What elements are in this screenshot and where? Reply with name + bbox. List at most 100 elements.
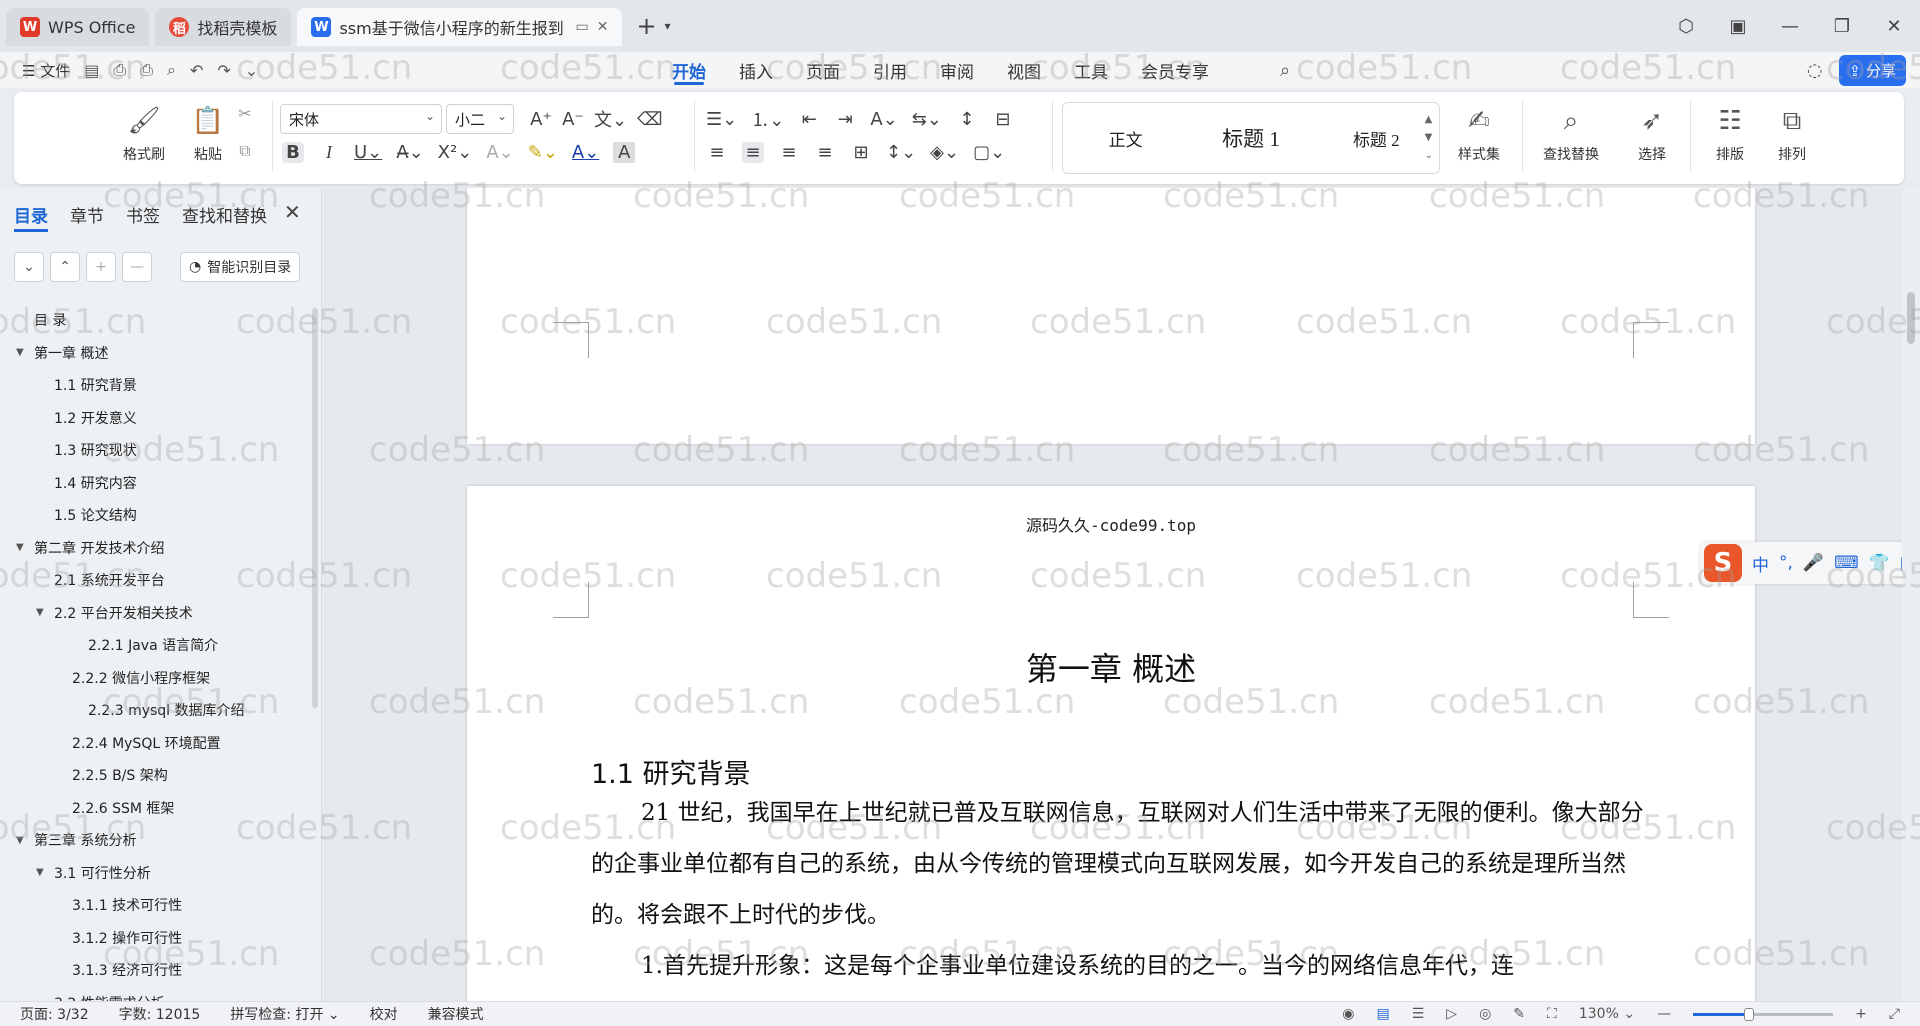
chat-icon[interactable]: ◌ (1807, 60, 1823, 81)
style-heading-1[interactable]: 标题 1 (1188, 123, 1313, 153)
web-view-icon[interactable]: ◎ (1479, 1006, 1491, 1022)
style-heading-2[interactable]: 标题 2 (1314, 126, 1439, 151)
tab-tools[interactable]: 工具 (1074, 52, 1108, 88)
bold-icon[interactable]: B (282, 142, 304, 163)
play-icon[interactable]: ▷ (1446, 1006, 1457, 1022)
strikethrough-icon[interactable]: A̶⌄ (396, 142, 423, 163)
minimize-icon[interactable]: — (1764, 16, 1816, 37)
restore-icon[interactable]: ❐ (1816, 16, 1868, 37)
shading-icon[interactable]: ◈⌄ (930, 142, 959, 163)
underline-icon[interactable]: U⌄ (354, 142, 382, 163)
italic-icon[interactable]: I (318, 142, 340, 163)
export-icon[interactable]: ⎙ (113, 60, 126, 80)
align-center-icon[interactable]: ≡ (742, 142, 764, 163)
shrink-font-icon[interactable]: A⁻ (562, 109, 584, 130)
toc-item[interactable]: 2.1 系统开发平台 (0, 564, 312, 597)
toc-item[interactable]: 1.3 研究现状 (0, 434, 312, 467)
chevron-down-icon[interactable]: ▼ (36, 867, 50, 878)
monitor-icon[interactable]: ▭ (575, 19, 588, 35)
close-icon[interactable]: ✕ (284, 200, 301, 224)
toc-item[interactable]: 1.5 论文结构 (0, 499, 312, 532)
find-replace-button[interactable]: ⌕ 查找替换 (1534, 104, 1608, 164)
toc-item[interactable]: ▼ 3.1 可行性分析 (0, 857, 312, 890)
avatar[interactable]: ▣ (1712, 16, 1764, 37)
new-tab-icon[interactable]: + (636, 12, 656, 40)
toc-item[interactable]: 2.2.3 mysql 数据库介绍 (0, 694, 312, 727)
toc-item[interactable]: 3.1.3 经济可行性 (0, 954, 312, 987)
sogou-logo-icon[interactable]: S (1704, 544, 1742, 582)
toc-item[interactable]: 3.1.1 技术可行性 (0, 889, 312, 922)
scrollbar-thumb[interactable] (1907, 292, 1915, 344)
keyboard-icon[interactable]: ⌨ (1834, 553, 1859, 573)
phonetic-icon[interactable]: 文⌄ (594, 106, 627, 132)
toc-item[interactable]: ▼ 第三章 系统分析 (0, 824, 312, 857)
toc-item[interactable]: ▼ 2.2 平台开发相关技术 (0, 597, 312, 630)
style-set-button[interactable]: ✍ 样式集 (1446, 104, 1512, 164)
arrange-button[interactable]: ⧉ 排列 (1764, 104, 1820, 164)
spell-check-toggle[interactable]: 拼写检查: 打开 ⌄ (230, 1004, 339, 1024)
tab-home[interactable]: 开始 (672, 52, 706, 88)
toc-item[interactable]: 1.4 研究内容 (0, 467, 312, 500)
word-count[interactable]: 字数: 12015 (119, 1004, 201, 1024)
fullscreen-icon[interactable]: ⤢ (1889, 1006, 1900, 1022)
expand-icon[interactable]: ⌄ (14, 252, 44, 282)
cube-icon[interactable]: ⬡ (1660, 16, 1712, 37)
toc-item[interactable]: 1.2 开发意义 (0, 402, 312, 435)
align-right-icon[interactable]: ≡ (778, 142, 800, 163)
page-view-icon[interactable]: ▤ (1377, 1006, 1390, 1022)
font-color-icon[interactable]: A⌄ (572, 142, 599, 163)
redo-icon[interactable]: ↷ (217, 61, 230, 80)
chevron-down-icon[interactable]: ▼ (16, 347, 30, 358)
tab-current-document[interactable]: W ssm基于微信小程序的新生报到 ▭ ✕ (297, 8, 623, 46)
distribute-icon[interactable]: ⊞ (850, 142, 872, 163)
remove-heading-icon[interactable]: — (122, 252, 152, 282)
align-left-icon[interactable]: ≡ (706, 142, 728, 163)
chevron-down-icon[interactable]: ▼ (36, 607, 50, 618)
collapse-icon[interactable]: ⌃ (50, 252, 80, 282)
toc-item[interactable]: 2.2.1 Java 语言简介 (0, 629, 312, 662)
tab-view[interactable]: 视图 (1007, 52, 1041, 88)
highlight-icon[interactable]: ✎⌄ (528, 142, 558, 163)
decrease-indent-icon[interactable]: ⇤ (798, 109, 820, 130)
tab-docer-templates[interactable]: 稻 找稻壳模板 (155, 8, 292, 46)
borders-icon[interactable]: ▢⌄ (973, 142, 1005, 163)
add-heading-icon[interactable]: + (86, 252, 116, 282)
toc-item[interactable]: 3.1.2 操作可行性 (0, 922, 312, 955)
eye-icon[interactable]: ◉ (1342, 1006, 1354, 1022)
tab-review[interactable]: 审阅 (940, 52, 974, 88)
toc-item[interactable]: 3.2 性能需求分析 (0, 987, 312, 1001)
nav-tab-toc[interactable]: 目录 (14, 202, 48, 232)
increase-indent-icon[interactable]: ⇥ (834, 109, 856, 130)
font-size-select[interactable]: 小二 ⌄ (446, 104, 514, 134)
nav-tab-sections[interactable]: 章节 (70, 202, 104, 232)
styles-scroll-icon[interactable]: ▲ ▼ ⌄ (1425, 111, 1433, 165)
undo-icon[interactable]: ↶ (190, 61, 203, 80)
file-menu[interactable]: ☰ 文件 (22, 60, 70, 81)
fit-page-icon[interactable]: ⛶ (1547, 1006, 1557, 1022)
print-icon[interactable]: ⎙ (140, 60, 153, 80)
nav-tab-bookmarks[interactable]: 书签 (126, 202, 160, 232)
toc-item[interactable]: 目 录 (0, 304, 312, 337)
save-icon[interactable]: ▤ (84, 61, 99, 80)
share-button[interactable]: ⇪ 分享 (1838, 54, 1906, 86)
format-painter-button[interactable]: 🖌 格式刷 (116, 104, 172, 164)
toc-item[interactable]: 2.2.6 SSM 框架 (0, 792, 312, 825)
ime-language[interactable]: 中 (1752, 551, 1769, 576)
toc-item[interactable]: 2.2.2 微信小程序框架 (0, 662, 312, 695)
clear-format-icon[interactable]: ⌫ (637, 109, 662, 130)
proofread-button[interactable]: 校对 (370, 1004, 398, 1024)
skin-icon[interactable]: 👕 (1869, 553, 1890, 573)
chevron-down-icon[interactable]: ⌄ (245, 61, 258, 80)
text-effect-icon[interactable]: A⌄ (486, 142, 513, 163)
pen-icon[interactable]: ✎ (1513, 1006, 1525, 1022)
text-direction-icon[interactable]: A⌄ (870, 109, 897, 130)
nav-tab-find[interactable]: 查找和替换 (182, 202, 267, 232)
paste-button[interactable]: 📋 粘贴 (180, 104, 236, 164)
close-tab-icon[interactable]: ✕ (597, 19, 609, 35)
document-scrollbar[interactable] (1902, 188, 1920, 1001)
toc-item[interactable]: 2.2.5 B/S 架构 (0, 759, 312, 792)
toc-item[interactable]: 2.2.4 MySQL 环境配置 (0, 727, 312, 760)
tab-member[interactable]: 会员专享 (1141, 52, 1209, 88)
document-page[interactable] (467, 188, 1755, 444)
tab-page[interactable]: 页面 (806, 52, 840, 88)
